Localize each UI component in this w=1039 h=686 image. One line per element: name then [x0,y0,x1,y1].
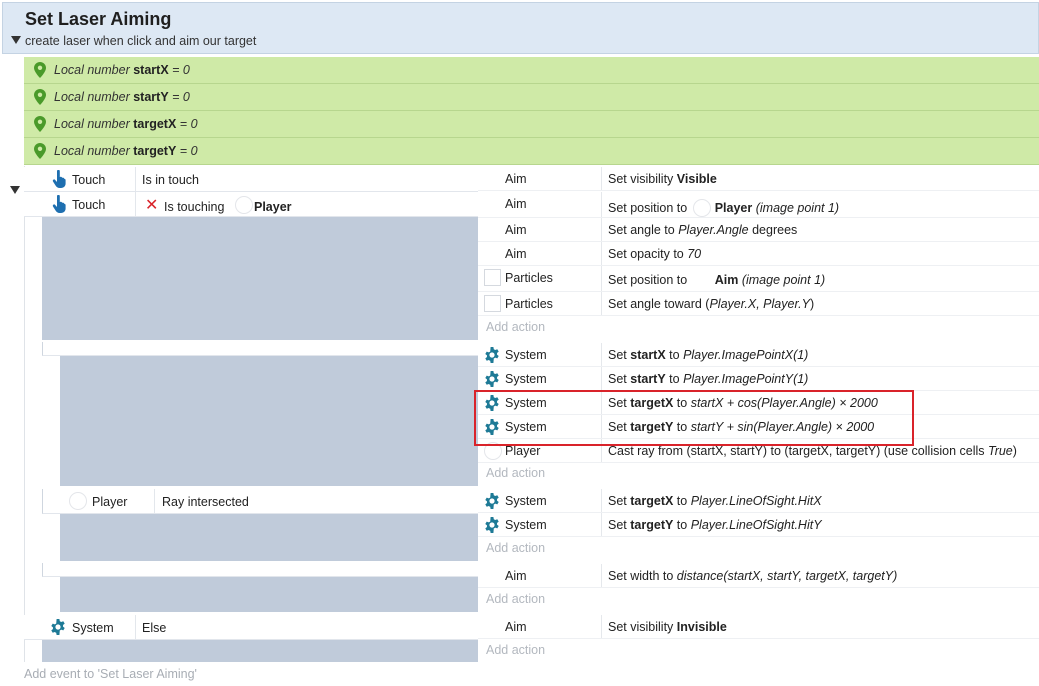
event-condition-block [60,356,478,486]
add-action-link[interactable]: Add action [478,640,1039,662]
condition-text: Else [142,621,167,635]
condition-object: Touch [72,198,106,212]
sub-event-condition-row[interactable] [42,563,478,577]
action-row[interactable]: Aim Set visibility Invisible [478,615,1039,639]
condition-object: Touch [72,173,106,187]
condition-row[interactable]: System Else [24,615,478,640]
event-condition-block [42,640,478,662]
add-action-link[interactable]: Add action [478,463,1039,485]
pin-icon [34,89,46,105]
event-condition-block [60,577,478,612]
add-event-link[interactable]: Add event to 'Set Laser Aiming' [24,667,197,681]
particles-icon [484,269,501,286]
group-title: Set Laser Aiming [25,9,172,29]
event-condition-block [42,216,478,340]
sub-event-condition-row[interactable] [42,342,478,356]
action-row[interactable]: Particles Set position to Aim (image poi… [478,266,1039,292]
action-row[interactable]: System Set targetY to Player.LineOfSight… [478,513,1039,537]
condition-text: Is touching [164,200,225,214]
pin-icon [34,143,46,159]
local-variable-targetX[interactable]: Local number targetX = 0 [24,111,1039,138]
action-row[interactable]: Aim Set angle to Player.Angle degrees [478,218,1039,242]
condition-target: Player [254,200,292,214]
condition-row[interactable]: Player Ray intersected [42,489,478,514]
collapse-triangle-icon[interactable] [11,36,21,44]
event-group-header[interactable]: Set Laser Aiming create laser when click… [2,2,1039,54]
condition-text: Is in touch [142,173,199,187]
action-row[interactable]: Aim Set position to Player (image point … [478,192,1039,218]
condition-text: Ray intersected [162,495,249,509]
action-row[interactable]: Aim Set visibility Visible [478,167,1039,191]
action-row[interactable]: Aim Set width to distance(startX, startY… [478,564,1039,588]
add-action-link[interactable]: Add action [478,538,1039,560]
gear-icon [484,347,500,363]
event-margin [24,166,25,662]
pin-icon [34,62,46,78]
condition-row[interactable]: Touch ✕ Is touching Player [24,192,478,217]
player-icon [692,199,711,217]
group-description: create laser when click and aim our targ… [25,34,257,48]
pin-icon [34,116,46,132]
gear-icon [50,619,66,635]
action-row[interactable]: System Set startX to Player.ImagePointX(… [478,343,1039,367]
event-condition-block [60,514,478,561]
add-action-link[interactable]: Add action [478,589,1039,611]
gear-icon [484,371,500,387]
action-row[interactable]: System Set startY to Player.ImagePointY(… [478,367,1039,391]
local-variable-startY[interactable]: Local number startY = 0 [24,84,1039,111]
condition-object: System [72,621,114,635]
player-icon [69,492,87,510]
particles-icon [484,295,501,312]
touch-icon [52,195,66,213]
condition-object: Player [92,495,128,509]
local-variable-targetY[interactable]: Local number targetY = 0 [24,138,1039,165]
gear-icon [484,517,500,533]
action-row[interactable]: Particles Set angle toward (Player.X, Pl… [478,292,1039,316]
highlight-box [474,390,914,446]
action-row[interactable]: Aim Set opacity to 70 [478,242,1039,266]
collapse-triangle-icon[interactable] [10,186,20,194]
invert-x-icon: ✕ [145,197,159,214]
condition-row[interactable]: Touch Is in touch [24,167,478,192]
gear-icon [484,493,500,509]
action-row[interactable]: System Set targetX to Player.LineOfSight… [478,489,1039,513]
player-icon [235,196,253,214]
local-variable-startX[interactable]: Local number startX = 0 [24,57,1039,84]
touch-icon [52,170,66,188]
add-action-link[interactable]: Add action [478,317,1039,339]
